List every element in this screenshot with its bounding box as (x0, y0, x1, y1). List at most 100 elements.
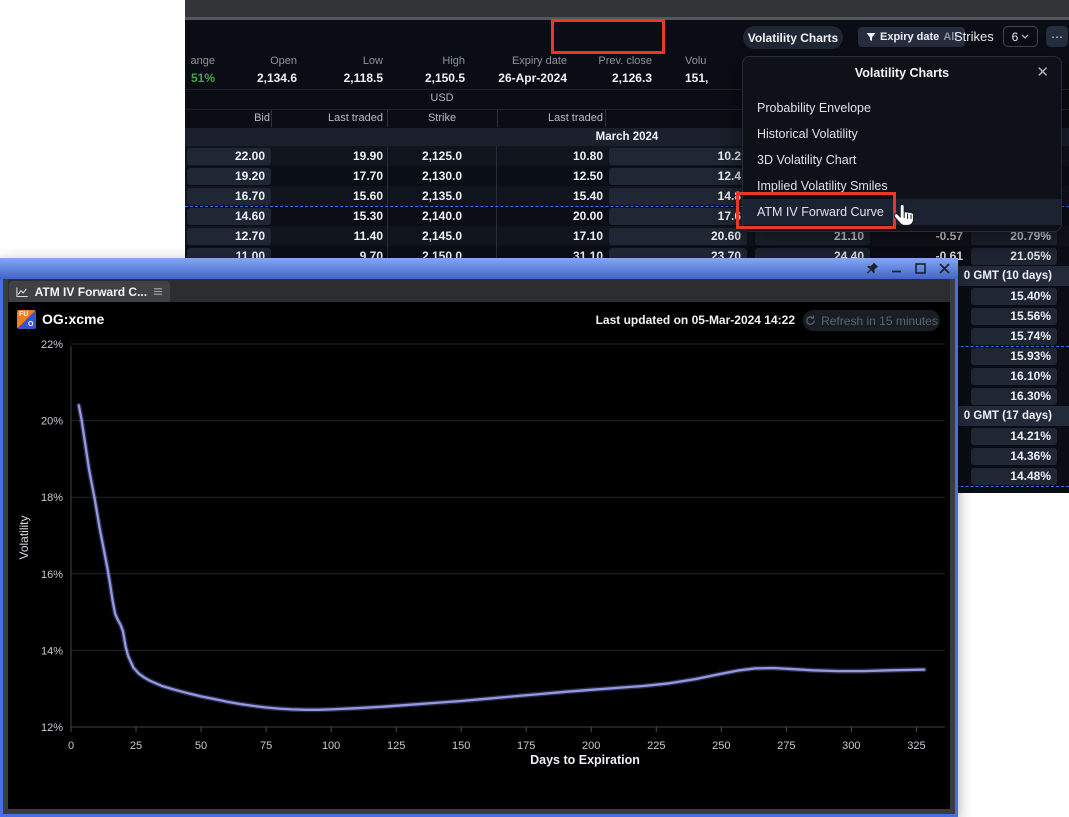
expiry-date-filter[interactable]: Expiry date All (858, 27, 965, 47)
volatility-charts-button[interactable]: Volatility Charts (743, 26, 843, 49)
x-tick-label: 50 (195, 740, 207, 752)
iv-value-chip[interactable]: 16.30% (971, 388, 1057, 405)
bid-chip[interactable]: 19.20 (187, 168, 271, 185)
summary-header-4: Expiry date (463, 55, 567, 70)
currency-label: USD (387, 92, 497, 104)
forward-curve-plot: 12%14%16%18%20%22%0255075100125150175200… (8, 302, 950, 809)
last-traded-cell: 15.30 (303, 208, 383, 224)
atm-iv-forward-curve-window: ATM IV Forward C... 12%14%16%18%20%22%02… (0, 258, 958, 817)
curve-glow (79, 405, 924, 710)
x-tick-label: 175 (517, 740, 535, 752)
iv-value-chip[interactable]: 14.21% (971, 428, 1057, 445)
col-header-put-last-traded: Last traded (523, 112, 603, 126)
refresh-icon (805, 315, 816, 326)
window-frame: ATM IV Forward C... 12%14%16%18%20%22%02… (3, 279, 955, 814)
put-bid-chip[interactable]: 12.4 (609, 168, 747, 185)
summary-header-5: Prev. close (568, 55, 652, 70)
menu-item-probability-envelope[interactable]: Probability Envelope (743, 95, 1061, 121)
more-options-button[interactable]: ⋯ (1046, 26, 1068, 47)
strikes-label: Strikes (954, 29, 994, 44)
y-tick-label: 12% (41, 722, 63, 734)
tab-title: ATM IV Forward C... (35, 285, 147, 299)
symbol-label: OG:xcme (42, 311, 104, 327)
summary-header-0: ange (145, 55, 215, 70)
mouse-cursor-hand (893, 203, 917, 233)
put-last-traded-cell: 12.50 (523, 168, 603, 184)
x-tick-label: 100 (322, 740, 340, 752)
strikes-select[interactable]: 6 (1003, 26, 1038, 47)
summary-header-2: Low (303, 55, 383, 70)
put-bid-chip[interactable]: 20.60 (609, 228, 747, 245)
put-bid-chip[interactable]: 10.2 (609, 148, 747, 165)
summary-value-1: 2,134.6 (217, 71, 297, 87)
minimize-icon[interactable] (889, 261, 904, 276)
last-updated-text: Last updated on 05-Mar-2024 14:22 (596, 313, 795, 327)
x-tick-label: 25 (130, 740, 142, 752)
line-chart-icon (16, 286, 29, 298)
window-titlebar[interactable] (0, 258, 958, 279)
summary-value-2: 2,118.5 (303, 71, 383, 87)
x-tick-label: 150 (452, 740, 470, 752)
window-tabbar: ATM IV Forward C... (8, 279, 950, 302)
x-tick-label: 275 (777, 740, 795, 752)
bid-chip[interactable]: 22.00 (187, 148, 271, 165)
x-axis-title: Days to Expiration (530, 753, 640, 767)
menu-item-historical-volatility[interactable]: Historical Volatility (743, 121, 1061, 147)
futures-option-instrument-icon: FU O (17, 310, 36, 329)
bid-chip[interactable]: 12.70 (187, 228, 271, 245)
tab-atm-iv-forward-curve[interactable]: ATM IV Forward C... (9, 281, 170, 302)
iv-chip[interactable]: 21.05% (971, 248, 1057, 265)
iv-value-chip[interactable]: 15.56% (971, 308, 1057, 325)
y-axis-title: Volatility (17, 515, 31, 559)
menu-item-implied-volatility-smiles[interactable]: Implied Volatility Smiles (743, 173, 1061, 199)
iv-value-chip[interactable]: 16.10% (971, 368, 1057, 385)
iv-value-chip[interactable]: 15.93% (971, 348, 1057, 365)
put-last-traded-cell: 10.80 (523, 148, 603, 164)
put-bid-chip[interactable]: 14.8 (609, 188, 747, 205)
hamburger-menu-icon[interactable] (153, 287, 163, 296)
funnel-icon (866, 32, 876, 42)
strikes-value: 6 (1012, 30, 1019, 44)
maximize-icon[interactable] (913, 261, 928, 276)
refresh-button[interactable]: Refresh in 15 minutes (803, 310, 940, 331)
put-bid-chip[interactable]: 17.6 (609, 208, 747, 225)
col-header-strike: Strike (387, 112, 497, 126)
x-tick-label: 300 (842, 740, 860, 752)
close-window-icon[interactable] (937, 261, 952, 276)
summary-value-3: 2,150.5 (385, 71, 465, 87)
iv-value-chip[interactable]: 15.40% (971, 288, 1057, 305)
pin-icon[interactable] (865, 261, 880, 276)
col-header-last-traded: Last traded (303, 112, 383, 126)
x-tick-label: 75 (260, 740, 272, 752)
put-last-traded-cell: 15.40 (523, 188, 603, 204)
column-separator (497, 110, 498, 127)
column-separator (605, 110, 606, 127)
menu-item-3d-volatility-chart[interactable]: 3D Volatility Chart (743, 147, 1061, 173)
iv-value-chip[interactable]: 15.74% (971, 328, 1057, 345)
expiry-date-label: Expiry date (880, 31, 939, 43)
menu-title: Volatility Charts (743, 66, 1061, 80)
window-controls (865, 258, 952, 279)
last-traded-cell: 11.40 (303, 228, 383, 244)
iv-value-chip[interactable]: 14.48% (971, 468, 1057, 485)
column-separator (271, 110, 272, 127)
window-top-strip-highlight (185, 17, 1069, 20)
x-tick-label: 125 (387, 740, 405, 752)
last-traded-cell: 19.90 (303, 148, 383, 164)
screenshot-canvas: Volatility Charts Expiry date All Strike… (0, 0, 1069, 817)
bid-chip[interactable]: 16.70 (187, 188, 271, 205)
atm-iv-forward-curve (79, 405, 924, 710)
chart-content: 12%14%16%18%20%22%0255075100125150175200… (8, 302, 950, 809)
x-tick-label: 0 (68, 740, 74, 752)
x-tick-label: 225 (647, 740, 665, 752)
refresh-button-label: Refresh in 15 minutes (821, 314, 938, 328)
icon-text-fu: FU (19, 311, 28, 318)
x-tick-label: 200 (582, 740, 600, 752)
close-icon[interactable]: ✕ (1036, 63, 1049, 81)
y-tick-label: 14% (41, 645, 63, 657)
bid-chip[interactable]: 14.60 (187, 208, 271, 225)
col-header-bid: Bid (210, 112, 270, 126)
window-top-strip (185, 0, 1069, 17)
iv-value-chip[interactable]: 14.36% (971, 448, 1057, 465)
last-traded-cell: 15.60 (303, 188, 383, 204)
